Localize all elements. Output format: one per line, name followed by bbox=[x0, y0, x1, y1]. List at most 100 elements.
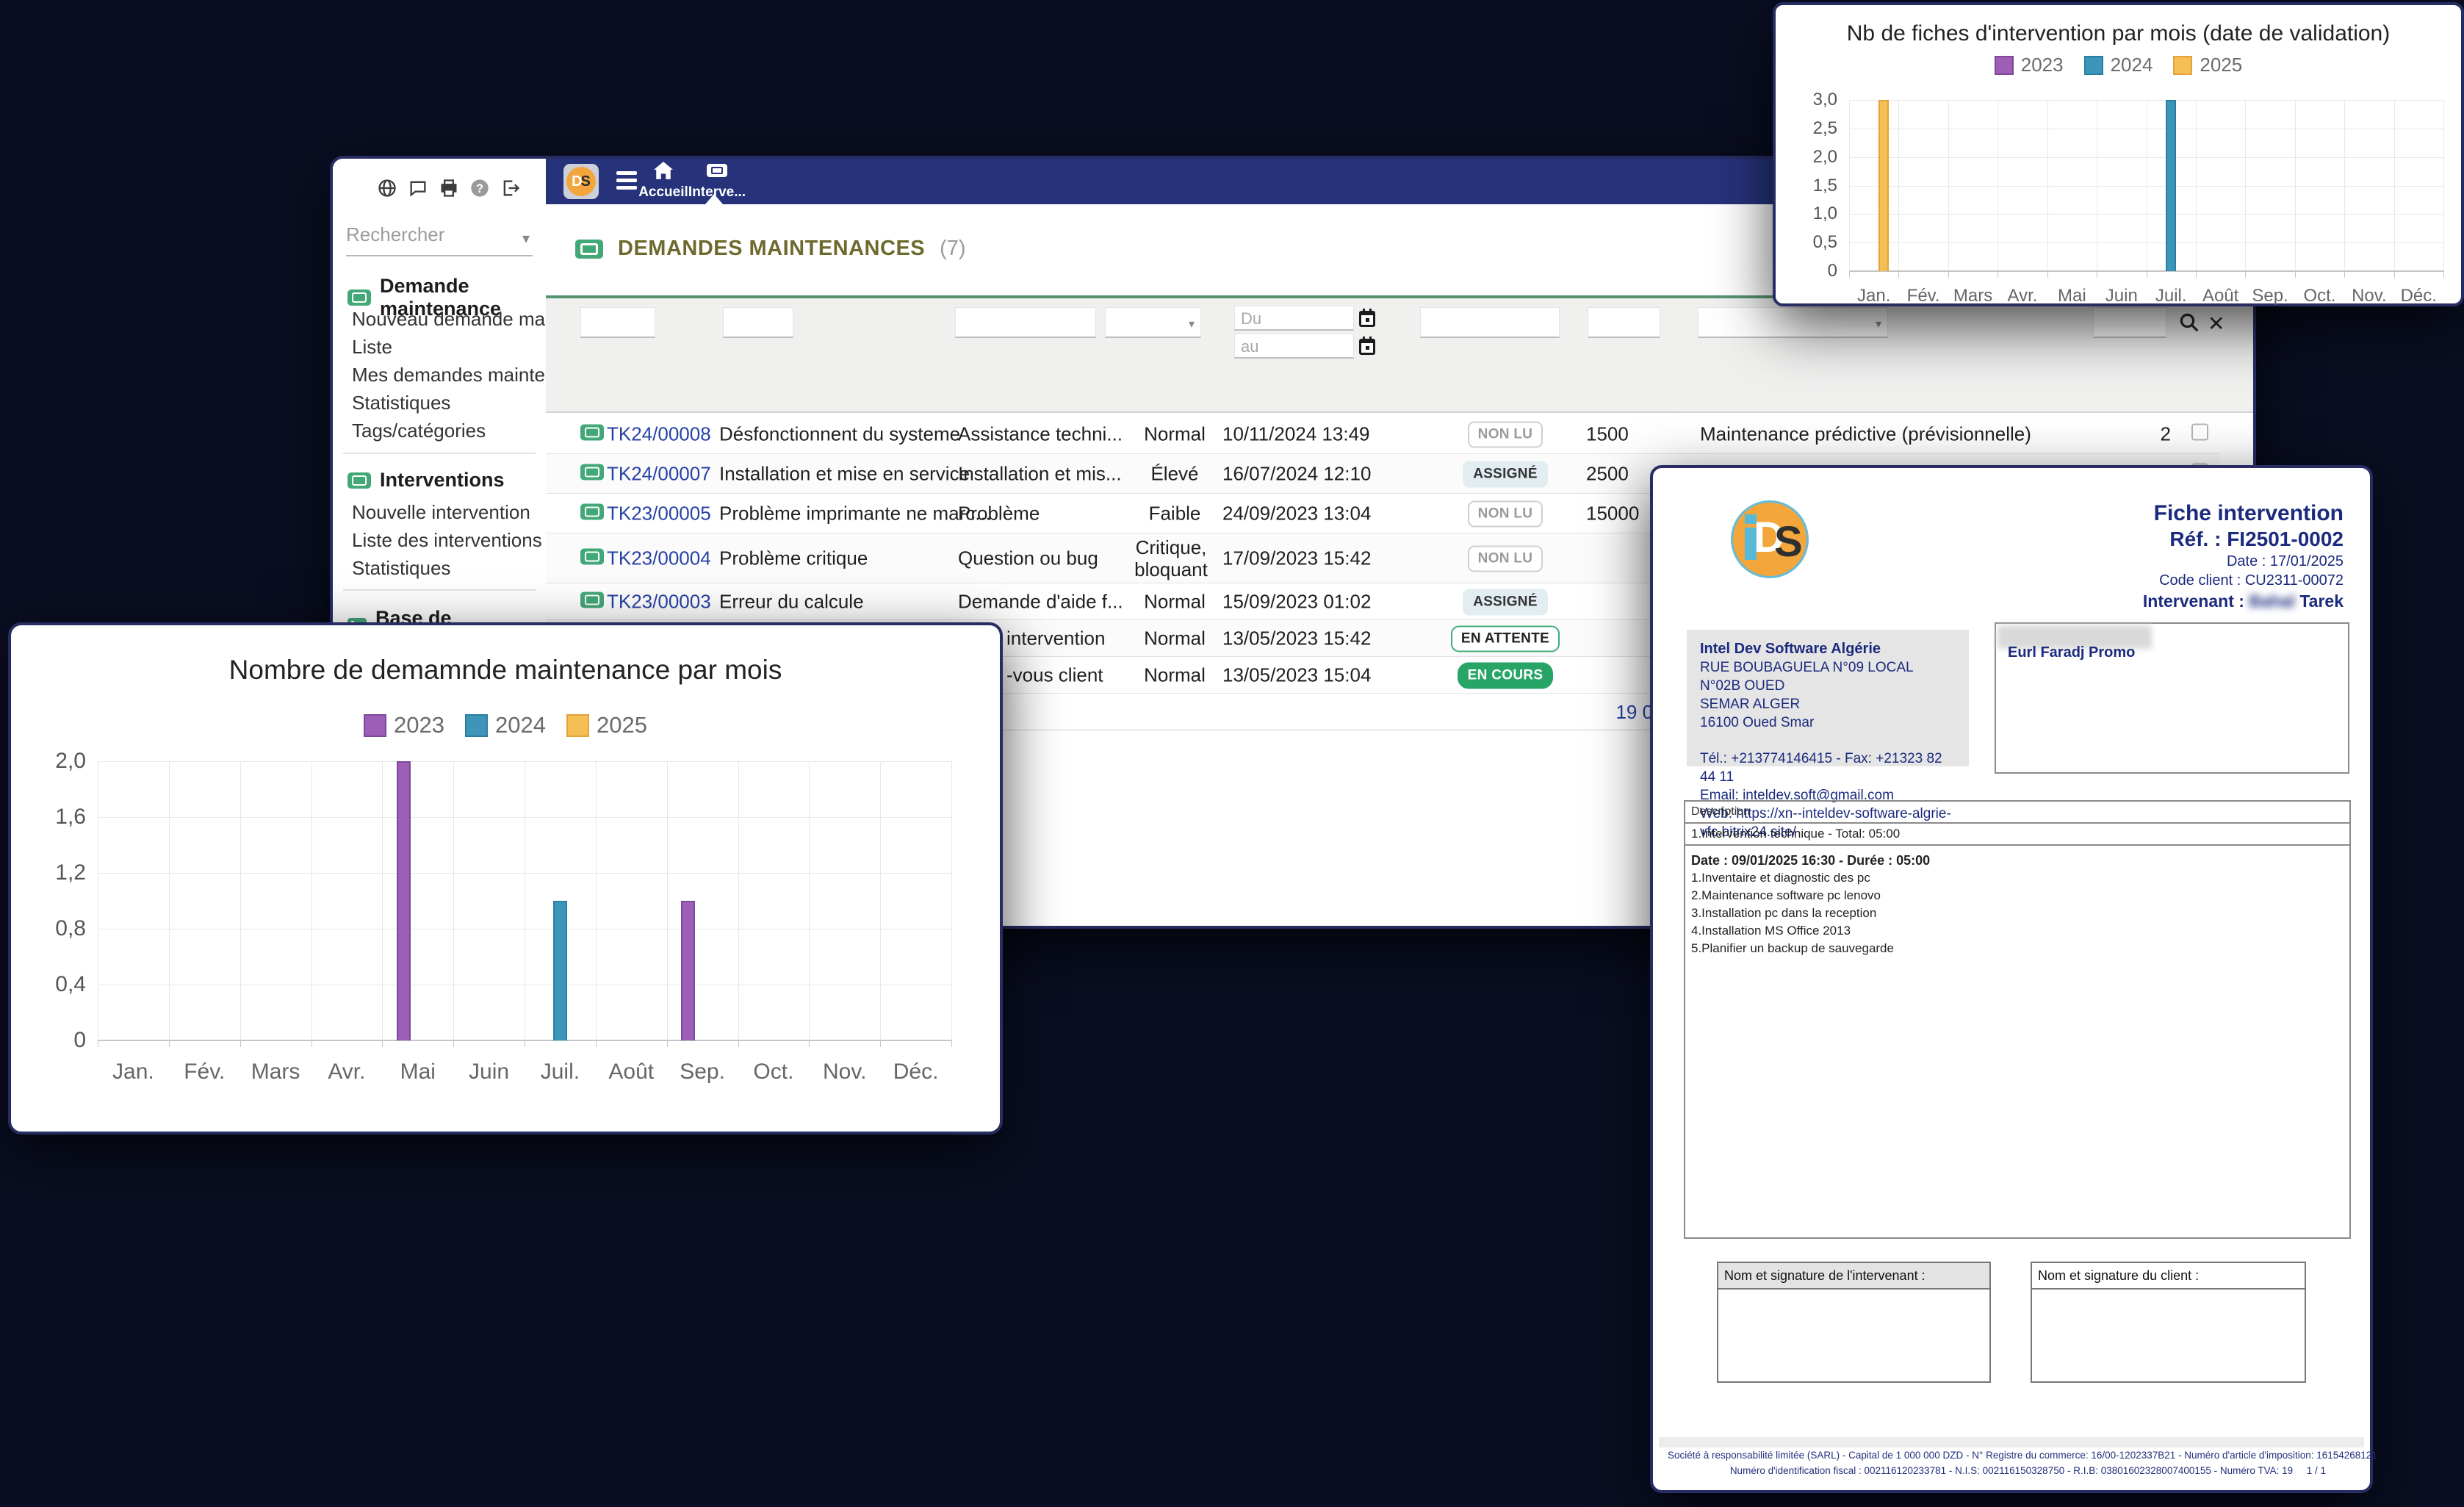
gridline bbox=[951, 761, 952, 1040]
address-line: RUE BOUBAGUELA N°09 LOCAL N°02B OUED bbox=[1700, 658, 1956, 695]
bar-2024-Juil. bbox=[2166, 100, 2175, 271]
filter-duree-input[interactable] bbox=[2093, 307, 2166, 338]
sidebar-item-tags-categories[interactable]: Tags/catégories bbox=[352, 420, 486, 442]
ticket-icon bbox=[580, 591, 604, 608]
gridline bbox=[2394, 100, 2395, 271]
bar-2025-Jan. bbox=[1878, 100, 1888, 271]
company-logo: D S bbox=[1731, 500, 1809, 578]
window-chart-demandes-maintenance: Nombre de demamnde maintenance par mois … bbox=[8, 622, 1003, 1134]
gridline bbox=[169, 761, 170, 1040]
filter-type-maintenance-select[interactable]: ▾ bbox=[1698, 307, 1888, 338]
gridline bbox=[1849, 100, 1850, 271]
status-badge: NON LU bbox=[1468, 421, 1543, 447]
ticket-icon bbox=[706, 162, 728, 179]
x-tick-label: Mai bbox=[2058, 286, 2086, 306]
cell-date: 13/05/2023 15:04 bbox=[1222, 663, 1371, 686]
x-axis bbox=[1849, 270, 2443, 272]
gridline bbox=[2245, 100, 2246, 271]
page-title: DEMANDES MAINTENANCES (7) bbox=[575, 237, 966, 261]
legend-item-2024: 2024 bbox=[2084, 54, 2153, 76]
sidebar-section-interventions[interactable]: Interventions bbox=[347, 469, 505, 492]
ref-link[interactable]: TK23/00005 bbox=[607, 502, 711, 525]
legend-item-2023: 2023 bbox=[1995, 54, 2064, 76]
y-tick-label: 2,0 bbox=[1813, 147, 1837, 168]
section-title: Interventions bbox=[380, 469, 505, 492]
document-header: Fiche intervention Réf. : FI2501-0002 Da… bbox=[2143, 500, 2344, 612]
sidebar-item-statistiques-2[interactable]: Statistiques bbox=[352, 557, 450, 580]
row-checkbox[interactable] bbox=[2191, 423, 2208, 440]
status-badge: ASSIGNÉ bbox=[1463, 589, 1548, 615]
chat-icon[interactable] bbox=[408, 178, 428, 198]
axis-tick bbox=[2196, 271, 2197, 278]
gridline bbox=[596, 761, 597, 1040]
chart-plot: 00,51,01,52,02,53,0Jan.Fév.MarsAvr.MaiJu… bbox=[1849, 100, 2443, 271]
legend-swatch bbox=[465, 714, 488, 737]
description-header: Description bbox=[1685, 802, 2349, 824]
axis-tick bbox=[453, 1040, 454, 1047]
printer-icon[interactable] bbox=[439, 178, 459, 198]
axis-tick bbox=[1898, 271, 1899, 278]
search-icon[interactable] bbox=[2178, 312, 2200, 337]
help-icon[interactable]: ? bbox=[469, 178, 490, 198]
cell-type: intervention bbox=[1006, 627, 1105, 650]
gridline bbox=[880, 761, 881, 1040]
cell-date: 17/09/2023 15:42 bbox=[1222, 547, 1371, 569]
filter-etat-input[interactable] bbox=[1420, 307, 1560, 338]
logout-icon[interactable] bbox=[500, 178, 521, 198]
y-tick-label: 1,5 bbox=[1813, 176, 1837, 196]
home-icon bbox=[654, 162, 673, 179]
signature-box-intervenant: Nom et signature de l'intervenant : bbox=[1717, 1262, 1991, 1383]
x-tick-label: Août bbox=[608, 1060, 654, 1085]
x-tick-label: Sep. bbox=[680, 1060, 725, 1085]
x-tick-label: Juil. bbox=[2155, 286, 2187, 306]
close-icon[interactable]: ✕ bbox=[2208, 312, 2225, 336]
cell-type: Question ou bug bbox=[958, 547, 1098, 569]
cell-anomalies: Problème imprimante ne marc... bbox=[719, 502, 991, 525]
filter-ref-input[interactable] bbox=[580, 307, 655, 338]
legend-item-2023: 2023 bbox=[364, 712, 444, 738]
filter-type-input[interactable] bbox=[955, 307, 1096, 338]
active-tab-pointer bbox=[705, 194, 723, 204]
sidebar-item-liste-interventions[interactable]: Liste des interventions bbox=[352, 529, 542, 552]
task-item: 4.Installation MS Office 2013 bbox=[1691, 922, 2344, 940]
footer-line-2: Numéro d'identification fiscal : 0021161… bbox=[1668, 1465, 2355, 1476]
filter-date-au-input[interactable]: au bbox=[1234, 334, 1354, 359]
ref-link[interactable]: TK23/00003 bbox=[607, 590, 711, 613]
ref-link[interactable]: TK24/00007 bbox=[607, 462, 711, 485]
sidebar-item-liste[interactable]: Liste bbox=[352, 336, 392, 359]
sidebar-item-statistiques[interactable]: Statistiques bbox=[352, 392, 450, 414]
ref-link[interactable]: TK24/00008 bbox=[607, 422, 711, 445]
filter-date-du-input[interactable]: Du bbox=[1234, 306, 1354, 331]
app-logo[interactable]: DS bbox=[563, 164, 599, 199]
ref-link[interactable]: TK23/00004 bbox=[607, 547, 711, 569]
window-chart-fiches-intervention: Nb de fiches d'intervention par mois (da… bbox=[1773, 2, 2464, 306]
address-line: 16100 Oued Smar bbox=[1700, 713, 1956, 732]
axis-tick bbox=[1948, 271, 1949, 278]
cell-type: Assistance techni... bbox=[958, 422, 1123, 445]
filter-priorite-select[interactable]: ▾ bbox=[1105, 307, 1201, 338]
x-tick-label: Juin bbox=[469, 1060, 509, 1085]
client-name: Eurl Faradj Promo bbox=[2008, 644, 2135, 661]
cell-date: 16/07/2024 12:10 bbox=[1222, 462, 1371, 485]
calendar-icon[interactable] bbox=[1358, 309, 1376, 328]
ticket-icon bbox=[347, 289, 371, 306]
filter-cout-input[interactable] bbox=[1588, 307, 1660, 338]
search-input[interactable]: Rechercher ▾ bbox=[346, 223, 533, 256]
task-item: 3.Installation pc dans la reception bbox=[1691, 904, 2344, 922]
table-row[interactable]: TK24/00008 Désfonctionnent du systeme As… bbox=[546, 414, 2219, 454]
sidebar-item-nouvelle-intervention[interactable]: Nouvelle intervention bbox=[352, 501, 530, 524]
company-name: Intel Dev Software Algérie bbox=[1700, 640, 1956, 658]
axis-tick bbox=[2394, 271, 2395, 278]
filter-anomalies-input[interactable] bbox=[723, 307, 793, 338]
axis-tick bbox=[738, 1040, 739, 1047]
legend-swatch bbox=[1995, 56, 2014, 75]
ticket-icon bbox=[575, 240, 603, 259]
x-tick-label: Jan. bbox=[112, 1060, 154, 1085]
x-axis bbox=[98, 1040, 951, 1041]
calendar-icon[interactable] bbox=[1358, 337, 1376, 356]
legend-swatch bbox=[2084, 56, 2103, 75]
footer-separator bbox=[1659, 1437, 2364, 1447]
globe-icon[interactable] bbox=[377, 178, 397, 198]
y-tick-label: 0 bbox=[1828, 261, 1837, 281]
sidebar-divider bbox=[343, 589, 536, 591]
